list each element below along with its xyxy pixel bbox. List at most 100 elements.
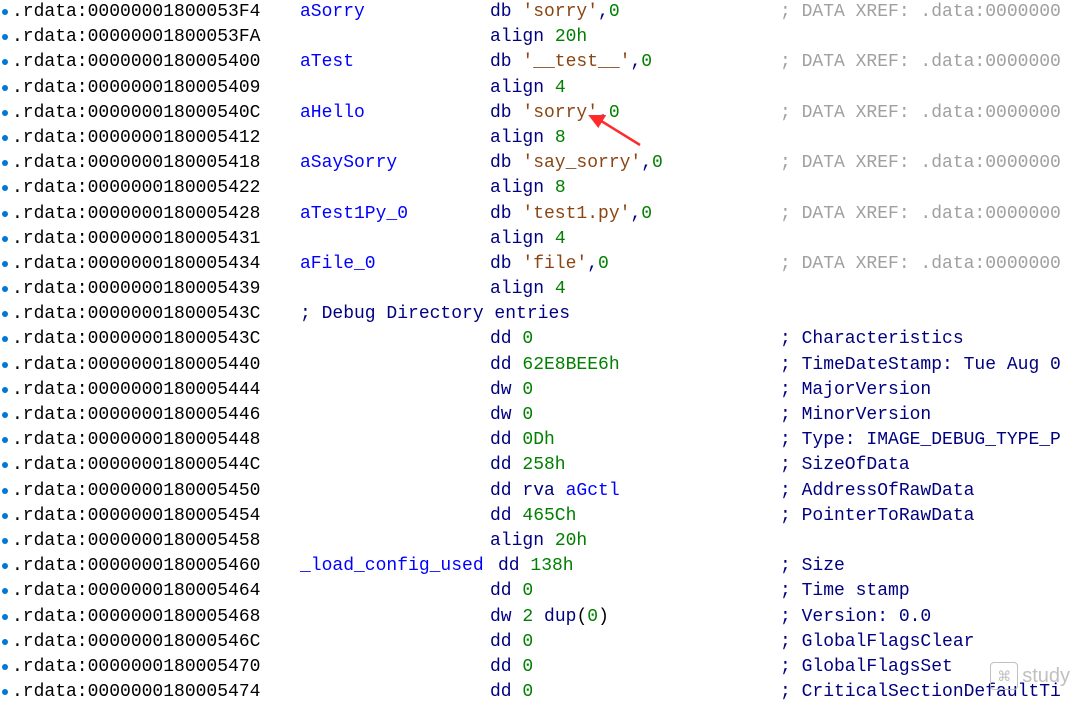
row-marker-dot: [2, 437, 8, 443]
symbol-label[interactable]: aHello: [300, 101, 365, 126]
comment: ; GlobalFlagsClear: [780, 630, 974, 655]
disasm-row[interactable]: .rdata:000000018000543C dd 0 ; Characteris…: [0, 327, 1080, 352]
disasm-row[interactable]: .rdata:00000001800053FAalign 20h: [0, 25, 1080, 50]
disasm-row[interactable]: .rdata:00000001800053F4aSorrydb 'sorry',…: [0, 0, 1080, 25]
address: .rdata:0000000180005434: [12, 252, 260, 277]
instruction: db 'say_sorry',0: [490, 151, 663, 176]
address: .rdata:0000000180005422: [12, 176, 260, 201]
instruction: dd 138h: [498, 554, 574, 579]
disasm-row[interactable]: .rdata:0000000180005454 dd 465Ch ; Pointer…: [0, 504, 1080, 529]
row-marker-dot: [2, 59, 8, 65]
comment: ; TimeDateStamp: Tue Aug 0: [780, 353, 1061, 378]
address: .rdata:0000000180005470: [12, 655, 260, 680]
row-marker-dot: [2, 34, 8, 40]
comment: ; DATA XREF: .data:0000000: [780, 151, 1061, 176]
disasm-row[interactable]: .rdata:0000000180005474dd 0; CriticalSec…: [0, 680, 1080, 705]
instruction: dd 0Dh: [490, 428, 555, 453]
comment: ; PointerToRawData: [780, 504, 974, 529]
instruction: align 20h: [490, 25, 587, 50]
instruction: dd 465Ch: [490, 504, 576, 529]
symbol-label[interactable]: aSorry: [300, 0, 365, 25]
disasm-row[interactable]: .rdata:0000000180005409align 4: [0, 76, 1080, 101]
instruction: dd 0: [490, 655, 533, 680]
disasm-row[interactable]: .rdata:0000000180005448dd 0Dh; Type: IMA…: [0, 428, 1080, 453]
row-marker-dot: [2, 110, 8, 116]
comment: ; DATA XREF: .data:0000000: [780, 0, 1061, 25]
disasm-row[interactable]: .rdata:0000000180005431align 4: [0, 227, 1080, 252]
comment: ; DATA XREF: .data:0000000: [780, 101, 1061, 126]
instruction: db 'sorry',0: [490, 101, 620, 126]
disasm-row[interactable]: .rdata:000000018000544Cdd 258h; SizeOfDa…: [0, 453, 1080, 478]
instruction: dd 0: [490, 327, 533, 352]
row-marker-dot: [2, 462, 8, 468]
instruction: align 8: [490, 126, 566, 151]
instruction: db 'file',0: [490, 252, 609, 277]
disasm-row[interactable]: .rdata:000000018000543C; Debug Directory…: [0, 302, 1080, 327]
disasm-row[interactable]: .rdata:0000000180005418 aSaySorry db 'say_…: [0, 151, 1080, 176]
comment: ; Size: [780, 554, 845, 579]
comment: ; MinorVersion: [780, 403, 931, 428]
instruction: dd 62E8BEE6h: [490, 353, 620, 378]
address: .rdata:0000000180005428: [12, 202, 260, 227]
address: .rdata:000000018000540C: [12, 101, 260, 126]
disasm-row[interactable]: .rdata:000000018000546C dd 0 ; GlobalFlags…: [0, 630, 1080, 655]
disasm-row[interactable]: .rdata:0000000180005440dd 62E8BEE6h; Tim…: [0, 353, 1080, 378]
row-marker-dot: [2, 311, 8, 317]
disasm-row[interactable]: .rdata:0000000180005460 _load_config_used…: [0, 554, 1080, 579]
symbol-label[interactable]: _load_config_used: [300, 554, 484, 579]
address: .rdata:000000018000546C: [12, 630, 260, 655]
address: .rdata:000000018000543C: [12, 327, 260, 352]
disasm-row[interactable]: .rdata:0000000180005470 dd 0 ; GlobalFlags…: [0, 655, 1080, 680]
instruction: db 'test1.py',0: [490, 202, 652, 227]
disasm-row[interactable]: .rdata:0000000180005400 aTest db '__test__…: [0, 50, 1080, 75]
comment: ; Version: 0.0: [780, 605, 931, 630]
comment: ; GlobalFlagsSet: [780, 655, 953, 680]
row-marker-dot: [2, 513, 8, 519]
row-marker-dot: [2, 336, 8, 342]
symbol-label[interactable]: aFile_0: [300, 252, 376, 277]
disasm-row[interactable]: .rdata:0000000180005422align 8: [0, 176, 1080, 201]
disasm-row[interactable]: .rdata:0000000180005444dw 0; MajorVersio…: [0, 378, 1080, 403]
row-marker-dot: [2, 135, 8, 141]
disasm-row[interactable]: .rdata:0000000180005439align 4: [0, 277, 1080, 302]
row-marker-dot: [2, 286, 8, 292]
instruction: db '__test__',0: [490, 50, 652, 75]
instruction: ; Debug Directory entries: [300, 302, 570, 327]
address: .rdata:0000000180005454: [12, 504, 260, 529]
symbol-label[interactable]: aTest: [300, 50, 354, 75]
symbol-label[interactable]: aSaySorry: [300, 151, 397, 176]
instruction: dw 0: [490, 403, 533, 428]
disasm-row[interactable]: .rdata:0000000180005434 aFile_0 db 'file',…: [0, 252, 1080, 277]
row-marker-dot: [2, 664, 8, 670]
address: .rdata:0000000180005450: [12, 479, 260, 504]
comment: ; DATA XREF: .data:0000000: [780, 50, 1061, 75]
address: .rdata:0000000180005431: [12, 227, 260, 252]
disasm-row[interactable]: .rdata:0000000180005464dd 0; Time stamp: [0, 579, 1080, 604]
symbol-label[interactable]: aTest1Py_0: [300, 202, 408, 227]
disasm-row[interactable]: .rdata:0000000180005450dd rva aGctl; Add…: [0, 479, 1080, 504]
instruction: dd 0: [490, 630, 533, 655]
row-marker-dot: [2, 362, 8, 368]
comment: ; DATA XREF: .data:0000000: [780, 252, 1061, 277]
address: .rdata:0000000180005460: [12, 554, 260, 579]
disasm-row[interactable]: .rdata:0000000180005458align 20h: [0, 529, 1080, 554]
disasm-row[interactable]: .rdata:0000000180005446dw 0; MinorVersio…: [0, 403, 1080, 428]
watermark-text: study: [1022, 665, 1070, 688]
comment: ; AddressOfRawData: [780, 479, 974, 504]
disasm-row[interactable]: .rdata:0000000180005428 aTest1Py_0 db 'tes…: [0, 202, 1080, 227]
instruction: align 20h: [490, 529, 587, 554]
row-marker-dot: [2, 261, 8, 267]
disasm-row[interactable]: .rdata:000000018000540C aHello db 'sorry',…: [0, 101, 1080, 126]
row-marker-dot: [2, 160, 8, 166]
row-marker-dot: [2, 236, 8, 242]
address: .rdata:00000001800053F4: [12, 0, 260, 25]
disassembly-listing[interactable]: .rdata:00000001800053F4 aSorry db 'sorry',…: [0, 0, 1080, 705]
address: .rdata:0000000180005474: [12, 680, 260, 705]
disasm-row[interactable]: .rdata:0000000180005468dw 2 dup(0); Vers…: [0, 605, 1080, 630]
address: .rdata:000000018000544C: [12, 453, 260, 478]
disasm-row[interactable]: .rdata:0000000180005412align 8: [0, 126, 1080, 151]
address: .rdata:0000000180005418: [12, 151, 260, 176]
address: .rdata:0000000180005400: [12, 50, 260, 75]
comment: ; Characteristics: [780, 327, 964, 352]
address: .rdata:0000000180005444: [12, 378, 260, 403]
